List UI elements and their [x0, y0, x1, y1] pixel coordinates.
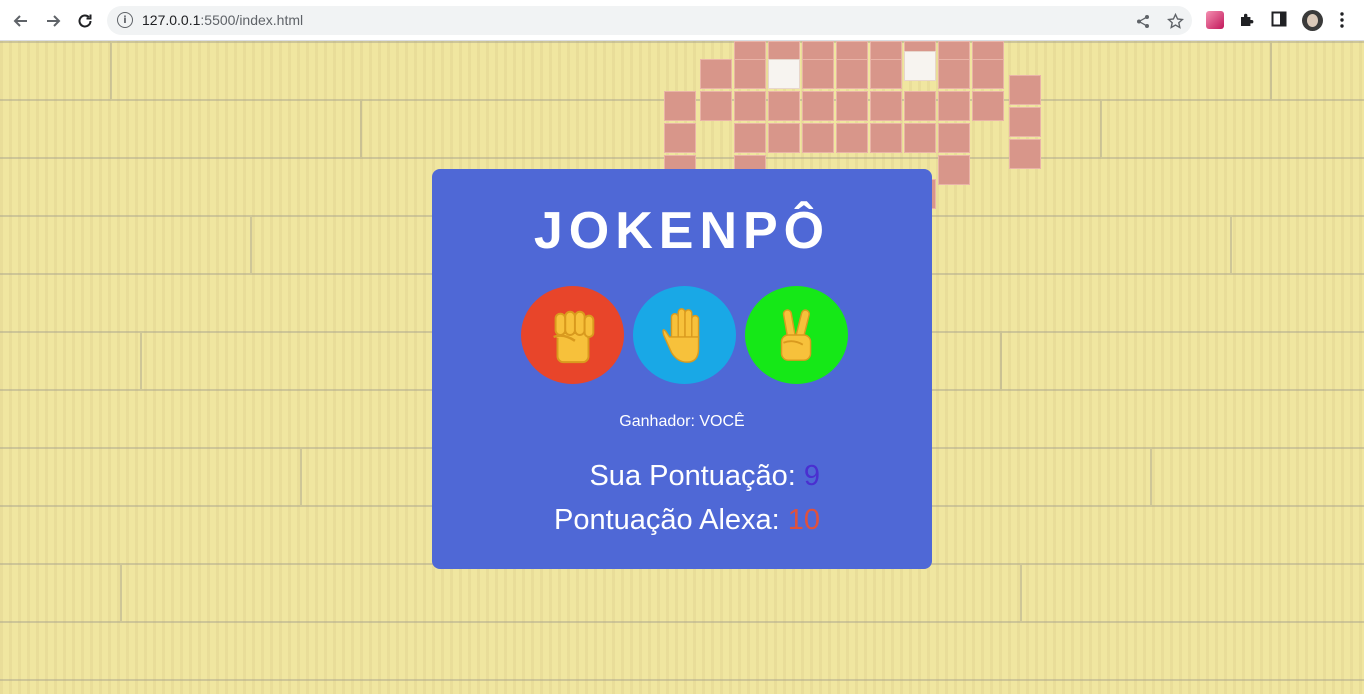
browser-toolbar: i 127.0.0.1:5500/index.html [0, 0, 1364, 41]
back-button[interactable] [9, 9, 33, 33]
forward-button[interactable] [41, 9, 65, 33]
player-score-label: Sua Pontuação: [589, 460, 796, 492]
raised-fist-icon [552, 310, 594, 364]
address-bar[interactable]: i 127.0.0.1:5500/index.html [107, 6, 1192, 35]
paper-button[interactable] [633, 286, 736, 384]
victory-hand-icon [780, 309, 811, 361]
game-title: JOKENPÔ [533, 202, 831, 260]
site-info-icon[interactable]: i [117, 12, 133, 28]
side-panel-icon [1271, 11, 1287, 27]
player-score-value: 9 [803, 460, 820, 492]
extensions-button[interactable] [1238, 11, 1256, 29]
url-host: 127.0.0.1 [142, 12, 201, 28]
share-button[interactable] [1133, 11, 1153, 31]
star-icon [1166, 12, 1184, 29]
game-card: JOKENPÔ Ganhador: VOCÊ Sua Pontuação:9 [432, 169, 932, 569]
alexa-score: Pontuação Alexa: 10 [554, 504, 820, 537]
extension-gradient-icon[interactable] [1206, 11, 1224, 29]
reload-icon [78, 14, 92, 28]
browser-menu-button[interactable] [1335, 11, 1349, 29]
bookmark-button[interactable] [1165, 11, 1185, 31]
url-path: :5500/index.html [200, 12, 304, 28]
arrow-left-icon [13, 15, 27, 27]
share-icon [1136, 14, 1149, 28]
player-score: Sua Pontuação: 9 [589, 460, 820, 493]
side-panel-button[interactable] [1271, 11, 1289, 29]
alexa-score-label: Pontuação Alexa: [554, 504, 780, 536]
raised-back-of-hand-icon [661, 308, 699, 363]
winner-text: Ganhador: VOCÊ [619, 413, 745, 430]
url-text[interactable]: 127.0.0.1:5500/index.html [142, 12, 303, 28]
rock-button[interactable] [521, 286, 624, 384]
arrow-right-icon [47, 15, 61, 27]
reload-button[interactable] [73, 9, 97, 33]
profile-avatar[interactable] [1302, 10, 1323, 31]
puzzle-icon [1241, 13, 1254, 26]
more-vert-icon [1340, 12, 1344, 28]
alexa-score-value: 10 [787, 504, 820, 536]
scissors-button[interactable] [745, 286, 848, 384]
